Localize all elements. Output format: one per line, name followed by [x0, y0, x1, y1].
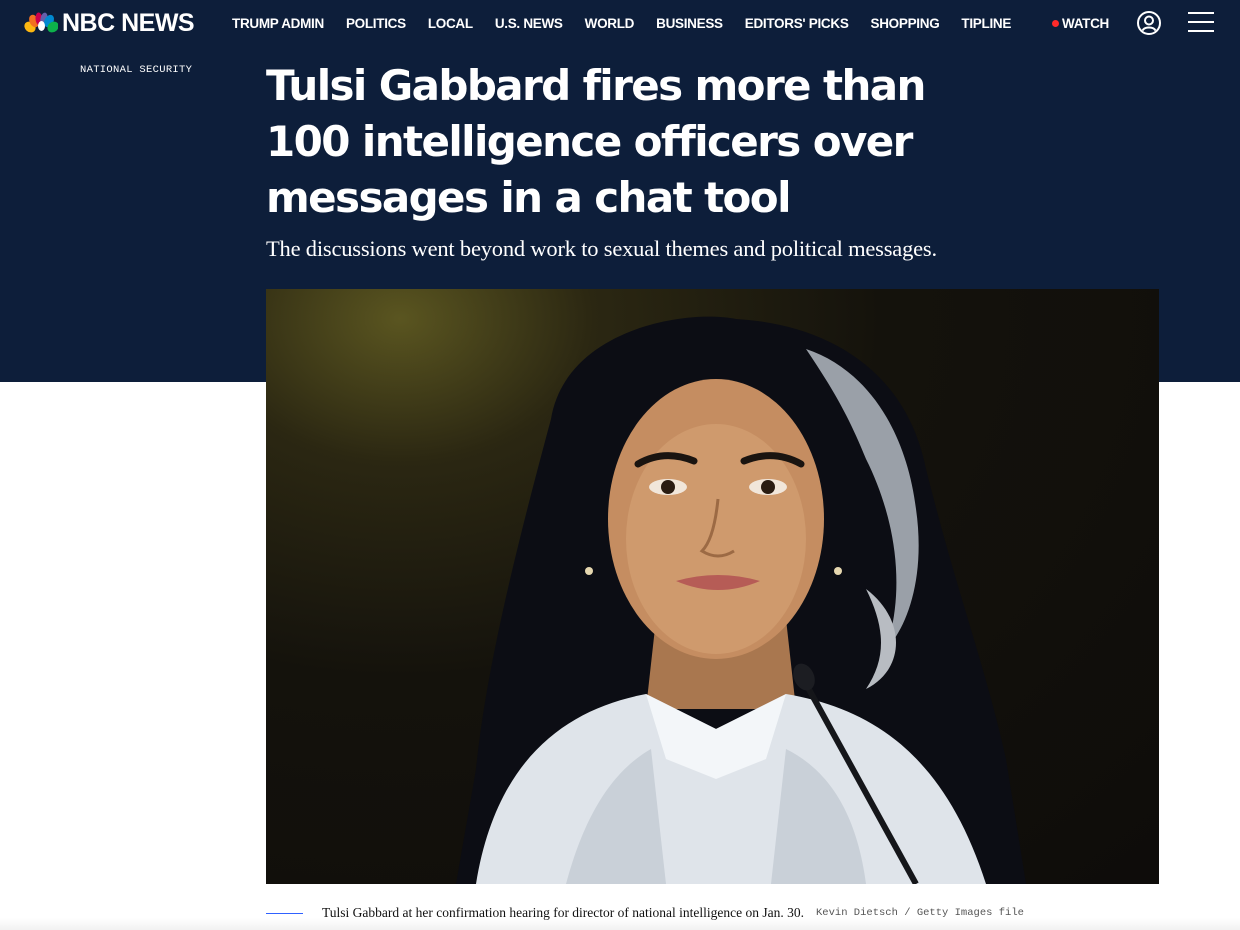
menu-bar — [1188, 21, 1214, 23]
watch-label: WATCH — [1062, 15, 1109, 31]
nav-item-business[interactable]: BUSINESS — [656, 16, 723, 31]
nbc-news-logo[interactable]: NBC NEWS — [24, 8, 195, 38]
nav-item-politics[interactable]: POLITICS — [346, 16, 406, 31]
main-nav: TRUMP ADMIN POLITICS LOCAL U.S. NEWS WOR… — [232, 0, 1011, 46]
user-circle-icon — [1137, 11, 1161, 35]
account-button[interactable] — [1136, 10, 1162, 36]
lead-image[interactable] — [266, 289, 1159, 884]
article-page: NBC NEWS TRUMP ADMIN POLITICS LOCAL U.S.… — [0, 0, 1240, 930]
caption-rule — [266, 912, 303, 914]
nav-item-tipline[interactable]: TIPLINE — [961, 16, 1011, 31]
nav-item-local[interactable]: LOCAL — [428, 16, 473, 31]
article-dek: The discussions went beyond work to sexu… — [266, 236, 937, 261]
nav-item-us-news[interactable]: U.S. NEWS — [495, 16, 563, 31]
nav-item-editors-picks[interactable]: EDITORS' PICKS — [745, 16, 849, 31]
menu-bar — [1188, 30, 1214, 32]
watch-live-button[interactable]: WATCH — [1052, 14, 1109, 32]
headline: Tulsi Gabbard fires more than 100 intell… — [266, 61, 926, 222]
nav-item-world[interactable]: WORLD — [585, 16, 635, 31]
menu-bar — [1188, 12, 1214, 14]
portrait-illustration — [456, 316, 1026, 884]
section-label[interactable]: NATIONAL SECURITY — [80, 64, 192, 76]
peacock-icon — [24, 12, 58, 33]
nav-item-shopping[interactable]: SHOPPING — [871, 16, 940, 31]
nav-item-trump-admin[interactable]: TRUMP ADMIN — [232, 16, 324, 31]
hamburger-menu-icon[interactable] — [1188, 12, 1216, 34]
live-dot-icon — [1052, 19, 1059, 27]
top-navigation: NBC NEWS TRUMP ADMIN POLITICS LOCAL U.S.… — [0, 0, 1240, 46]
bottom-fade — [0, 918, 1240, 930]
logo-wordmark: NBC NEWS — [62, 8, 195, 37]
